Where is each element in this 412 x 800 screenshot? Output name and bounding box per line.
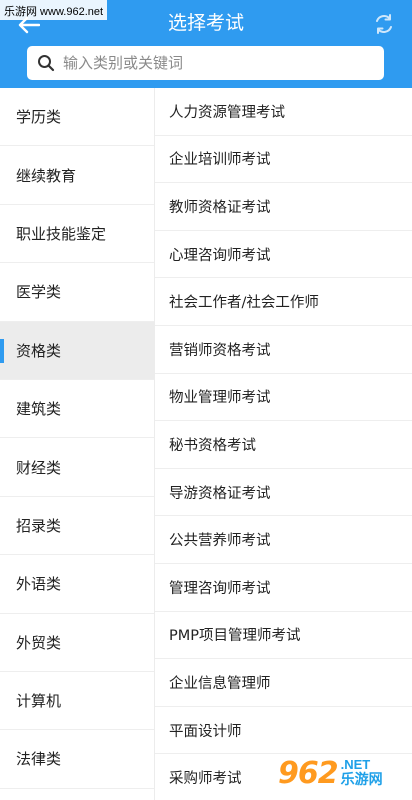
watermark-logo-number: 962 [278,755,339,791]
sidebar-item-zhaolu[interactable]: 招录类 [0,497,154,556]
sidebar-item-yixue[interactable]: 医学类 [0,263,154,322]
exam-list: 人力资源管理考试 企业培训师考试 教师资格证考试 心理咨询师考试 社会工作者/社… [155,88,412,800]
sidebar-item-zige[interactable]: 资格类 [0,321,154,380]
list-item[interactable]: 社会工作者/社会工作师 [155,278,412,326]
sidebar-item-jisuanji[interactable]: 计算机 [0,672,154,731]
sidebar-item-waiyu[interactable]: 外语类 [0,555,154,614]
sidebar-item-falv[interactable]: 法律类 [0,730,154,789]
watermark-net: .NET [340,757,371,772]
list-item[interactable]: 人力资源管理考试 [155,88,412,136]
list-item[interactable]: 企业信息管理师 [155,659,412,707]
watermark-logo: 962 .NET 乐游网 [278,752,406,794]
sidebar-item-label: 财经类 [16,458,62,477]
sidebar-item-label: 计算机 [16,692,62,711]
search-input[interactable] [63,54,363,72]
list-item[interactable]: 企业培训师考试 [155,136,412,184]
sidebar-item-label: 医学类 [16,283,62,302]
list-item[interactable]: 秘书资格考试 [155,421,412,469]
sidebar-item-label: 职业技能鉴定 [16,224,107,243]
refresh-icon[interactable] [372,12,396,36]
sidebar-item-jianzhu[interactable]: 建筑类 [0,380,154,439]
sidebar-item-jixu[interactable]: 继续教育 [0,146,154,205]
sidebar-item-label: 学历类 [16,108,62,127]
sidebar-item-label: 继续教育 [16,166,77,185]
sidebar-item-label: 外贸类 [16,633,62,652]
sidebar-item-waimao[interactable]: 外贸类 [0,614,154,672]
list-item[interactable]: 心理咨询师考试 [155,231,412,279]
list-item[interactable]: 平面设计师 [155,707,412,755]
sidebar-item-zhiye[interactable]: 职业技能鉴定 [0,205,154,264]
watermark-top: 乐游网 www.962.net [0,0,108,20]
list-item[interactable]: 教师资格证考试 [155,183,412,231]
category-sidebar: 学历类 继续教育 职业技能鉴定 医学类 资格类 建筑类 财经类 招录类 外语类 … [0,88,155,800]
sidebar-item-label: 外语类 [16,575,62,594]
list-item[interactable]: 营销师资格考试 [155,326,412,374]
list-item[interactable]: 导游资格证考试 [155,469,412,517]
list-item[interactable]: 公共营养师考试 [155,516,412,564]
sidebar-item-label: 法律类 [16,750,62,769]
list-item[interactable]: 物业管理师考试 [155,374,412,422]
sidebar-item-label: 建筑类 [16,400,62,419]
sidebar-item-label: 招录类 [16,516,62,535]
sidebar-item-label: 资格类 [16,341,62,360]
sidebar-item-caijing[interactable]: 财经类 [0,438,154,497]
list-item[interactable]: PMP项目管理师考试 [155,612,412,660]
search-box[interactable] [27,46,384,80]
search-icon [37,54,55,72]
watermark-side: .NET 乐游网 [340,757,383,789]
list-item[interactable]: 管理咨询师考试 [155,564,412,612]
sidebar-item-xueli[interactable]: 学历类 [0,88,154,147]
watermark-cn: 乐游网 [340,772,383,788]
